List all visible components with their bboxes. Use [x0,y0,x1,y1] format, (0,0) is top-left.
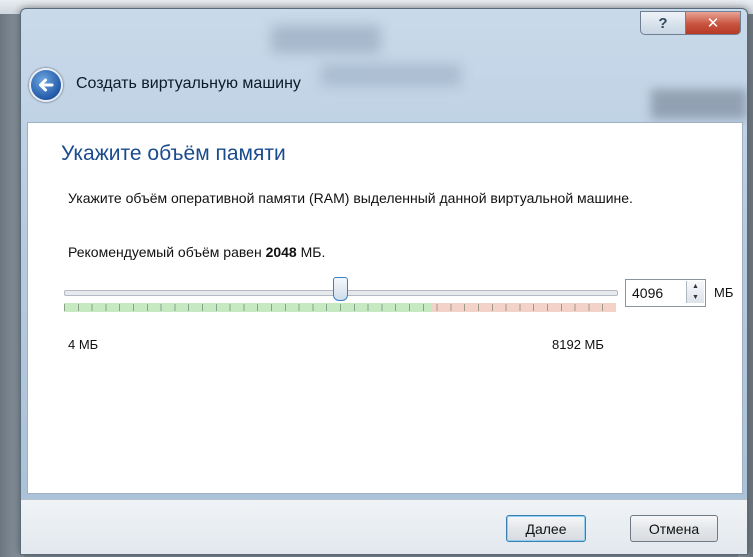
caption-buttons: ? ✕ [640,11,741,35]
recommend-unit: МБ. [300,244,326,260]
slider-ticks [64,303,616,312]
next-button[interactable]: Далее [506,515,586,542]
memory-value-input[interactable]: 4096 [632,285,663,301]
slider-min-label: 4 МБ [68,337,99,352]
back-arrow-icon [39,78,54,92]
back-button[interactable] [29,68,63,102]
recommend-prefix: Рекомендуемый объём равен [68,244,262,260]
slider-handle[interactable] [332,277,348,301]
wizard-page: Укажите объём памяти Укажите объём опера… [27,122,743,494]
triangle-down-icon[interactable]: ▼ [692,294,699,301]
recommend-value: 2048 [265,244,297,260]
spin-arrows[interactable]: ▲ ▼ [686,281,704,303]
wizard-window: ? ✕ Создать виртуальную машину Укажите о… [20,8,748,555]
recommended-memory-text: Рекомендуемый объём равен 2048 МБ. [68,244,325,260]
glass-background [271,25,381,53]
memory-unit-label: МБ [714,285,734,300]
tick-marks [64,304,616,311]
memory-slider[interactable] [64,277,618,313]
triangle-up-icon[interactable]: ▲ [692,283,699,290]
cancel-button[interactable]: Отмена [630,515,718,542]
wizard-footer: Далее Отмена [21,499,747,554]
memory-spinbox[interactable]: 4096 ▲ ▼ [625,279,706,307]
help-button[interactable]: ? [640,11,686,35]
slider-max-label: 8192 МБ [552,337,604,352]
wizard-header: Создать виртуальную машину [21,65,747,115]
close-button[interactable]: ✕ [686,11,741,35]
page-description: Укажите объём оперативной памяти (RAM) в… [68,190,633,206]
wizard-title: Создать виртуальную машину [76,75,301,92]
page-title: Укажите объём памяти [61,142,286,165]
